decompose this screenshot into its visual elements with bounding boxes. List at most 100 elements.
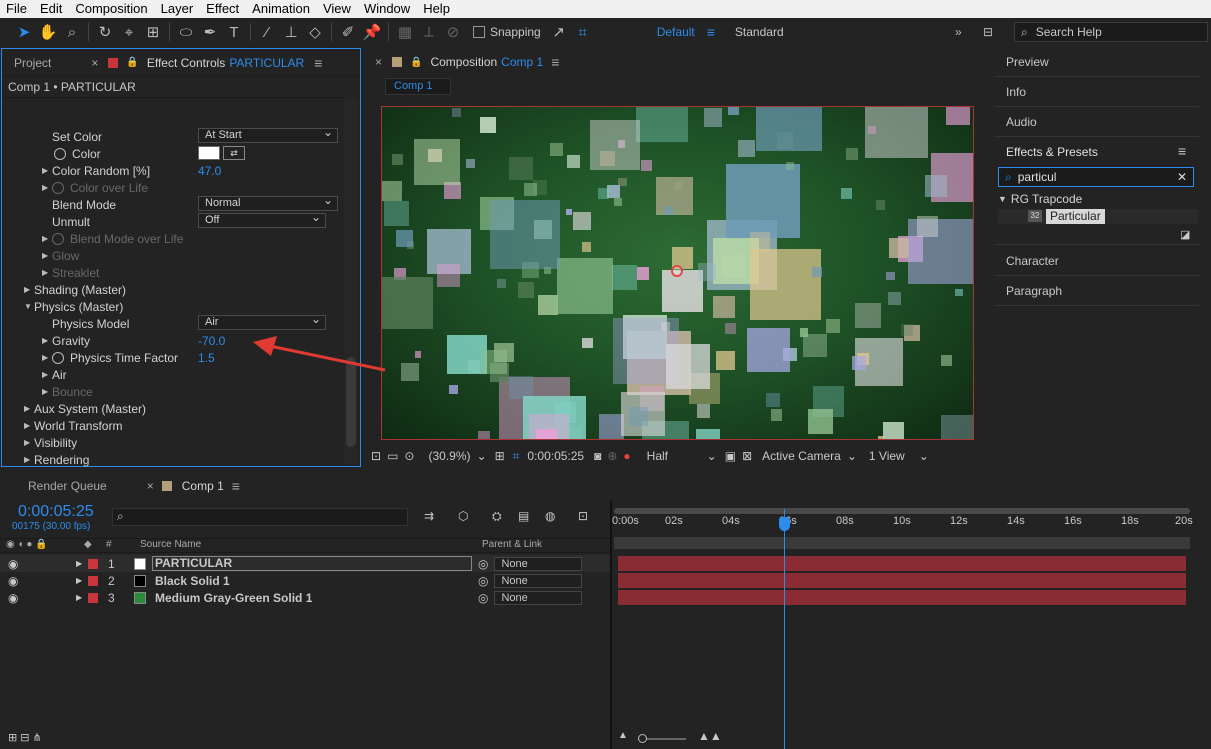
menu-window[interactable]: Window: [358, 0, 417, 18]
menu-help[interactable]: Help: [417, 0, 457, 18]
graph-editor-icon[interactable]: ⊡: [578, 509, 588, 523]
close-icon[interactable]: ×: [375, 55, 382, 69]
tab-project[interactable]: Project: [14, 56, 51, 70]
snapping-checkbox[interactable]: [473, 26, 485, 38]
label-color[interactable]: [88, 558, 98, 569]
menu-view[interactable]: View: [317, 0, 358, 18]
stopwatch-icon[interactable]: [54, 147, 66, 160]
eraser-tool-icon[interactable]: ◇: [303, 20, 327, 44]
timeline-current-time[interactable]: 0:00:05:25: [18, 503, 94, 521]
timeline-search[interactable]: ⌕: [112, 508, 408, 526]
expand-triangle-icon[interactable]: ▶: [24, 455, 34, 464]
work-area-bar[interactable]: [614, 508, 1190, 514]
expand-triangle-icon[interactable]: ▶: [42, 336, 52, 345]
effects-presets-header[interactable]: Effects & Presets: [1006, 145, 1098, 159]
timeline-divider[interactable]: [610, 501, 612, 749]
zoom-out-icon[interactable]: ▲: [618, 730, 628, 741]
zoom-tool-icon[interactable]: ⌕: [60, 20, 84, 44]
parent-dropdown[interactable]: None: [494, 590, 583, 605]
expand-triangle-icon[interactable]: ▶: [42, 183, 52, 192]
character-panel-header[interactable]: Character: [1006, 254, 1059, 268]
pen-tool-icon[interactable]: ✒: [198, 20, 222, 44]
tab-render-queue[interactable]: Render Queue: [28, 479, 107, 493]
time-ruler[interactable]: 0:00s 02s 04s 06s 08s 10s 12s 14s 16s 18…: [612, 515, 1197, 533]
expand-triangle-icon[interactable]: ▶: [42, 268, 52, 277]
table-row[interactable]: ◉ ▶ 3 Medium Gray-Green Solid 1 ◎ None: [0, 589, 610, 606]
eye-icon[interactable]: ◉: [8, 591, 36, 605]
table-row[interactable]: ◉ ▶ 2 Black Solid 1 ◎ None: [0, 572, 610, 589]
chevron-down-icon[interactable]: ⌄: [477, 449, 487, 463]
chevron-down-icon[interactable]: ⌄: [707, 449, 717, 463]
info-panel-header[interactable]: Info: [1006, 85, 1026, 99]
chevron-down-icon[interactable]: ⌄: [847, 449, 857, 463]
camera-tool-icon[interactable]: ⌖: [117, 20, 141, 44]
expand-triangle-icon[interactable]: ▶: [24, 404, 34, 413]
pickwhip-icon[interactable]: ◎: [478, 557, 488, 571]
clone-stamp-tool-icon[interactable]: ⊥: [279, 20, 303, 44]
label-color[interactable]: [88, 575, 98, 586]
show-snapshot-icon[interactable]: ⊕: [607, 449, 617, 463]
expand-triangle-icon[interactable]: ▶: [76, 559, 88, 568]
roto-brush-tool-icon[interactable]: ✐: [336, 20, 360, 44]
collapse-triangle-icon[interactable]: ▼: [998, 194, 1007, 204]
layer-switches-icon[interactable]: ⊞ ⊟ ⋔: [8, 731, 42, 744]
sync-settings-icon[interactable]: ⊟: [983, 25, 993, 39]
clear-search-icon[interactable]: ✕: [1177, 170, 1187, 184]
resolution-dropdown[interactable]: Half: [647, 449, 703, 463]
comp-timecode[interactable]: 0:00:05:25: [527, 449, 584, 463]
expand-triangle-icon[interactable]: ▶: [42, 251, 52, 260]
layer-name[interactable]: PARTICULAR: [152, 556, 472, 571]
menu-animation[interactable]: Animation: [246, 0, 317, 18]
pickwhip-icon[interactable]: ◎: [478, 574, 488, 588]
table-row[interactable]: ◉ ▶ 1 PARTICULAR ◎ None: [0, 555, 610, 572]
color-swatch[interactable]: [198, 146, 220, 160]
effects-tree-category[interactable]: ▼ RG Trapcode: [998, 192, 1082, 206]
panel-menu-icon[interactable]: ≡: [551, 54, 559, 70]
effect-layer-name[interactable]: PARTICULAR: [229, 56, 304, 70]
layer-duration-bar[interactable]: [618, 556, 1186, 571]
layer-duration-bar[interactable]: [618, 590, 1186, 605]
close-icon[interactable]: ×: [147, 479, 154, 493]
effects-tree-item-selected[interactable]: 32 Particular: [998, 209, 1198, 224]
physics-time-factor-value[interactable]: 1.5: [198, 351, 215, 365]
rotate-tool-icon[interactable]: ↻: [93, 20, 117, 44]
expand-triangle-icon[interactable]: ▶: [42, 166, 52, 175]
tab-effect-controls[interactable]: Effect Controls: [147, 56, 225, 70]
motion-blur-icon[interactable]: ◍: [545, 509, 555, 523]
scrollbar[interactable]: [344, 99, 358, 464]
time-navigator[interactable]: [614, 537, 1190, 549]
comp-mini-flowchart-icon[interactable]: ⇉: [424, 509, 434, 523]
stopwatch-icon[interactable]: [52, 351, 64, 364]
panel-menu-icon[interactable]: ≡: [314, 55, 322, 71]
expand-triangle-icon[interactable]: ▶: [76, 593, 88, 602]
camera-dropdown[interactable]: Active Camera: [762, 449, 841, 463]
view-layout-dropdown[interactable]: 1 View: [869, 449, 905, 463]
safe-areas-icon[interactable]: ⊞: [495, 449, 505, 463]
comp-name[interactable]: Comp 1: [501, 55, 543, 69]
panel-menu-icon[interactable]: ≡: [232, 478, 240, 494]
effects-search-field[interactable]: ⌕ particul ✕: [998, 167, 1194, 187]
expand-triangle-icon[interactable]: ▶: [24, 285, 34, 294]
preview-panel-header[interactable]: Preview: [1006, 55, 1049, 69]
set-color-dropdown[interactable]: At Start: [198, 126, 338, 143]
eye-icon[interactable]: ◉: [8, 557, 36, 571]
draft-3d-icon[interactable]: ⬡: [458, 509, 468, 523]
expand-triangle-icon[interactable]: ▶: [42, 234, 52, 243]
parent-dropdown[interactable]: None: [494, 556, 583, 571]
mask-visibility-icon[interactable]: ⊙: [404, 449, 414, 463]
local-axis-icon[interactable]: ▦: [393, 20, 417, 44]
layer-name[interactable]: Black Solid 1: [152, 574, 472, 588]
hand-tool-icon[interactable]: ✋: [36, 20, 60, 44]
tab-comp[interactable]: Comp 1: [182, 479, 224, 493]
monitor-icon[interactable]: ▭: [387, 449, 398, 463]
anchor-point-icon[interactable]: [671, 265, 683, 277]
label-color[interactable]: [88, 592, 98, 603]
expand-triangle-icon[interactable]: ▶: [24, 438, 34, 447]
playhead-handle[interactable]: [779, 517, 790, 531]
paragraph-panel-header[interactable]: Paragraph: [1006, 284, 1062, 298]
column-parent[interactable]: Parent & Link: [482, 539, 542, 550]
new-preset-icon[interactable]: ◪: [1180, 228, 1190, 241]
text-tool-icon[interactable]: T: [222, 20, 246, 44]
expand-triangle-icon[interactable]: ▶: [42, 387, 52, 396]
layer-name[interactable]: Medium Gray-Green Solid 1: [152, 591, 472, 605]
